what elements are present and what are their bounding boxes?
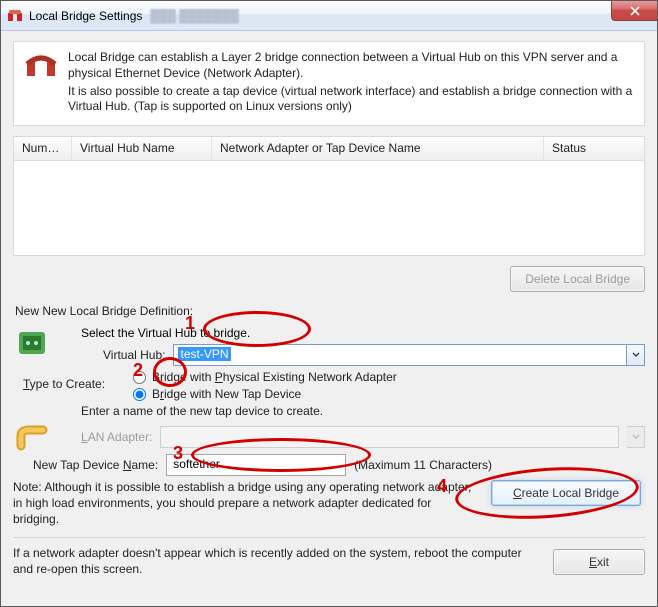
create-bridge-button[interactable]: Create Local Bridge — [491, 480, 641, 506]
lan-adapter-dropdown-button — [627, 426, 645, 448]
virtual-hub-input[interactable]: test-VPN — [173, 344, 627, 366]
separator — [13, 537, 645, 538]
radio-physical-label: Bridge with Physical Existing Network Ad… — [152, 370, 397, 384]
select-hub-label: Select the Virtual Hub to bridge. — [81, 326, 645, 340]
lan-adapter-label: LAN Adapter: — [81, 430, 152, 444]
bridge-table[interactable]: Numb... Virtual Hub Name Network Adapter… — [13, 136, 645, 256]
table-actions: Delete Local Bridge — [13, 266, 645, 292]
exit-button[interactable]: Exit — [553, 549, 645, 575]
window-frame: Local Bridge Settings ███ ███████ Local … — [0, 0, 658, 607]
intro-text: Local Bridge can establish a Layer 2 bri… — [68, 50, 634, 117]
tap-name-label: New Tap Device Name: — [33, 458, 158, 472]
virtual-hub-dropdown-button[interactable] — [627, 344, 645, 366]
footer-row: If a network adapter doesn't appear whic… — [13, 546, 645, 577]
footer-text: If a network adapter doesn't appear whic… — [13, 546, 541, 577]
window-title-ghost: ███ ███████ — [150, 9, 238, 23]
radio-tap-row[interactable]: Bridge with New Tap Device — [133, 387, 645, 401]
tap-name-row: New Tap Device Name: softether (Maximum … — [33, 454, 645, 476]
window-title: Local Bridge Settings — [29, 9, 142, 23]
table-body[interactable] — [14, 161, 644, 255]
intro-line1: Local Bridge can establish a Layer 2 bri… — [68, 50, 634, 82]
type-to-create-label: Type to Create: — [23, 377, 105, 391]
close-button[interactable] — [611, 1, 657, 21]
column-adapter-name[interactable]: Network Adapter or Tap Device Name — [212, 137, 544, 160]
bridge-icon — [24, 50, 58, 117]
virtual-hub-label: Virtual Hub: — [103, 348, 165, 362]
column-status[interactable]: Status — [544, 137, 644, 160]
titlebar[interactable]: Local Bridge Settings ███ ███████ — [1, 1, 657, 31]
virtual-hub-combo[interactable]: test-VPN — [173, 344, 645, 366]
pipe-icon — [15, 422, 49, 456]
tap-name-hint: (Maximum 11 Characters) — [354, 458, 492, 472]
app-icon — [7, 8, 23, 24]
intro-line2: It is also possible to create a tap devi… — [68, 84, 634, 116]
table-header-row: Numb... Virtual Hub Name Network Adapter… — [14, 137, 644, 161]
lan-adapter-input — [160, 426, 619, 448]
column-hub-name[interactable]: Virtual Hub Name — [72, 137, 212, 160]
column-number[interactable]: Numb... — [14, 137, 72, 160]
lan-adapter-row: LAN Adapter: — [81, 426, 645, 448]
definition-section-label: New New Local Bridge Definition: — [15, 304, 645, 318]
close-icon — [630, 6, 640, 16]
radio-physical-row[interactable]: Bridge with Physical Existing Network Ad… — [133, 370, 645, 384]
virtual-hub-icon — [15, 326, 49, 360]
radio-tap-label: Bridge with New Tap Device — [152, 387, 301, 401]
chevron-down-icon — [632, 352, 640, 358]
delete-bridge-button[interactable]: Delete Local Bridge — [510, 266, 645, 292]
note-row: Note: Although it is possible to establi… — [13, 480, 645, 527]
intro-panel: Local Bridge can establish a Layer 2 bri… — [13, 41, 645, 126]
radio-physical[interactable] — [133, 371, 146, 384]
definition-block: Select the Virtual Hub to bridge. Virtua… — [13, 322, 645, 527]
tap-name-input[interactable]: softether — [166, 454, 346, 476]
radio-tap[interactable] — [133, 388, 146, 401]
note-text: Note: Although it is possible to establi… — [13, 480, 475, 527]
content-area: Local Bridge can establish a Layer 2 bri… — [1, 31, 657, 606]
tap-instruction: Enter a name of the new tap device to cr… — [81, 404, 645, 418]
virtual-hub-value: test-VPN — [178, 347, 230, 361]
chevron-down-icon — [632, 434, 640, 440]
